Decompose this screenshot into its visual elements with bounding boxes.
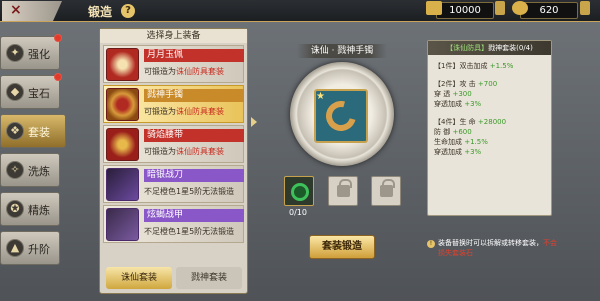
upgrade-icon: ▲ — [6, 239, 24, 257]
star-icon: ★ — [316, 91, 325, 102]
equipment-desc: 可锻造为诛仙防具套装 — [144, 107, 224, 116]
forge-hint: 装备替换时可以拆解或转移套装，不会损失套装石 — [438, 239, 557, 257]
bonus-row: 【2件】攻 击 +700 — [434, 80, 498, 88]
gem-icon — [512, 1, 528, 15]
set-bonus-list: 【1件】双击加成 +1.5% 【2件】攻 击 +700 穿 透 +300 穿透加… — [428, 61, 551, 157]
side-nav: ✦ 强化 ◆ 宝石 ❖ 套装 ✧ 洗炼 ✪ 精炼 ▲ 升阶 — [0, 34, 66, 270]
set-tabs: 诛仙套装 戮神套装 — [106, 267, 244, 289]
nav-item-set[interactable]: ❖ 套装 — [0, 114, 66, 148]
nav-label: 精炼 — [28, 204, 50, 217]
tab-zhuxian-set[interactable]: 诛仙套装 — [106, 267, 172, 289]
set-forge-button[interactable]: 套装锻造 — [309, 235, 375, 259]
equipment-name: 月月玉佩 — [144, 49, 244, 62]
bonus-row: 穿透加成 +3% — [434, 148, 482, 156]
refine-icon: ✪ — [6, 200, 24, 218]
add-gold-icon[interactable] — [495, 1, 505, 15]
jade-pendant-icon — [106, 48, 139, 81]
gem-counter: 620 — [520, 2, 578, 19]
equipment-item[interactable]: 炫蝎战甲 不足橙色1星5阶无法锻造 — [103, 205, 244, 243]
set-stone-icon — [291, 183, 309, 201]
equipment-list-panel: 选择身上装备 月月玉佩 可锻造为诛仙防具套装 戮神手镯 可锻造为诛仙防具套装 骑… — [99, 28, 248, 294]
wash-icon: ✧ — [6, 161, 24, 179]
nav-label: 宝石 — [28, 87, 50, 100]
equipment-desc: 可锻造为诛仙防具套装 — [144, 67, 224, 76]
equipment-desc: 可锻造为诛仙防具套装 — [144, 147, 224, 156]
close-button[interactable]: × — [2, 1, 62, 21]
material-slot-locked — [328, 176, 358, 206]
set-bonus-panel: 【诛仙防具】戮神套装(0/4) 【1件】双击加成 +1.5% 【2件】攻 击 +… — [427, 40, 552, 216]
gold-icon — [426, 1, 442, 15]
bracelet-icon — [320, 95, 362, 137]
equipment-desc: 不足橙色1星5阶无法锻造 — [144, 187, 235, 196]
bracelet-icon — [106, 88, 139, 121]
equipment-name: 戮神手镯 — [144, 89, 244, 102]
set-bonus-header: 【诛仙防具】戮神套装(0/4) — [428, 41, 551, 55]
equipment-name: 暗银战刀 — [144, 169, 244, 182]
equipment-item[interactable]: 戮神手镯 可锻造为诛仙防具套装 — [103, 85, 244, 123]
bonus-row: 防 御 +600 — [434, 128, 472, 136]
help-icon[interactable]: ? — [121, 4, 135, 18]
notification-dot — [54, 34, 62, 42]
nav-label: 洗炼 — [28, 165, 50, 178]
equipment-name: 炫蝎战甲 — [144, 209, 244, 222]
add-gem-icon[interactable] — [580, 1, 590, 15]
nav-label: 强化 — [28, 48, 50, 61]
bonus-row: 穿透加成 +3% — [434, 100, 482, 108]
bonus-row: 穿 透 +300 — [434, 90, 472, 98]
top-bar: × 锻造 ? 10000 620 — [0, 0, 600, 22]
material-slot[interactable] — [284, 176, 314, 206]
equipment-item[interactable]: 月月玉佩 可锻造为诛仙防具套装 — [103, 45, 244, 83]
belt-icon — [106, 128, 139, 161]
bonus-row: 【4件】生 命 +28000 — [434, 118, 507, 126]
nav-label: 套装 — [28, 126, 50, 139]
equipment-item[interactable]: 骑焰腰带 可锻造为诛仙防具套装 — [103, 125, 244, 163]
nav-item-refine[interactable]: ✪ 精炼 — [0, 192, 60, 226]
equipment-item[interactable]: 暗银战刀 不足橙色1星5阶无法锻造 — [103, 165, 244, 203]
armor-icon — [106, 208, 139, 241]
material-slot-locked — [371, 176, 401, 206]
strengthen-icon: ✦ — [6, 44, 24, 62]
nav-item-refine-wash[interactable]: ✧ 洗炼 — [0, 153, 60, 187]
forge-target-title: 诛仙 · 戮神手镯 — [297, 44, 387, 58]
set-icon: ❖ — [6, 122, 24, 140]
equipment-desc: 不足橙色1星5阶无法锻造 — [144, 227, 235, 236]
info-icon: ! — [427, 240, 435, 248]
nav-item-strengthen[interactable]: ✦ 强化 — [0, 34, 62, 70]
gold-counter: 10000 — [436, 2, 494, 19]
nav-label: 升阶 — [28, 243, 50, 256]
bonus-row: 生命加成 +1.5% — [434, 138, 488, 146]
gold-amount: 10000 — [449, 5, 481, 16]
nav-item-gem[interactable]: ◆ 宝石 — [0, 73, 62, 109]
bonus-row: 【1件】双击加成 +1.5% — [434, 62, 514, 70]
lock-icon — [337, 179, 352, 197]
close-icon: × — [10, 2, 22, 18]
forge-window: × 锻造 ? 10000 620 ✦ 强化 ◆ 宝石 ❖ 套装 ✧ 洗炼 ✪ 精… — [0, 0, 600, 301]
tab-lushen-set[interactable]: 戮神套装 — [176, 267, 242, 289]
gem-nav-icon: ◆ — [6, 83, 24, 101]
equipment-name: 骑焰腰带 — [144, 129, 244, 142]
notification-dot — [54, 73, 62, 81]
equipment-list-header: 选择身上装备 — [100, 29, 247, 43]
chevron-right-icon — [251, 117, 257, 127]
sword-icon — [106, 168, 139, 201]
nav-item-upgrade[interactable]: ▲ 升阶 — [0, 231, 60, 265]
lock-icon — [380, 179, 395, 197]
page-title: 锻造 — [88, 5, 113, 19]
gem-amount: 620 — [539, 5, 559, 16]
material-count: 0/10 — [289, 208, 307, 217]
